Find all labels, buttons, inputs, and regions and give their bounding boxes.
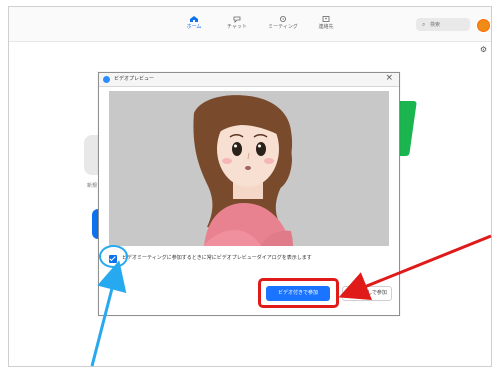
nav-home[interactable]: ホーム [176, 15, 212, 30]
search-placeholder: 検索 [429, 22, 440, 28]
nav-home-label: ホーム [186, 24, 202, 30]
join-with-video-button[interactable]: ビデオ付きで参加 [266, 286, 330, 301]
always-show-preview-checkbox[interactable] [109, 255, 117, 263]
meeting-icon [280, 16, 286, 22]
zoom-logo-icon [103, 76, 110, 83]
dialog-title: ビデオプレビュー [114, 76, 155, 82]
background-new-label: 新規 [87, 183, 98, 189]
dialog-titlebar: ビデオプレビュー × [99, 73, 399, 87]
video-preview-area [109, 91, 389, 246]
video-preview-dialog: ビデオプレビュー × ビデオミーティングに参加するときに常にビデオプレビューダイ… [98, 72, 400, 316]
close-icon[interactable]: × [385, 74, 393, 83]
nav-contacts[interactable]: 連絡先 [308, 15, 344, 30]
search-input[interactable]: ⌕ 検索 [416, 18, 470, 31]
background-card [84, 135, 98, 175]
nav-contacts-label: 連絡先 [318, 24, 334, 30]
nav-chat-label: チャット [227, 24, 247, 30]
avatar[interactable] [476, 18, 491, 33]
always-show-preview-label: ビデオミーティングに参加するときに常にビデオプレビューダイアログを表示します [122, 255, 312, 261]
nav-chat[interactable]: チャット [219, 15, 255, 30]
gear-icon[interactable]: ⚙ [480, 45, 487, 54]
nav-meetings-label: ミーティング [268, 24, 298, 30]
join-without-video-button[interactable]: ビデオなしで参加 [342, 286, 392, 301]
always-show-preview-row[interactable]: ビデオミーティングに参加するときに常にビデオプレビューダイアログを表示します [107, 253, 377, 265]
search-icon: ⌕ [422, 21, 426, 28]
home-icon [190, 16, 198, 22]
chat-icon [233, 16, 241, 23]
user-illustration [109, 91, 389, 246]
nav-meetings[interactable]: ミーティング [265, 15, 301, 30]
contacts-icon [322, 16, 330, 22]
top-nav: ホーム チャット ミーティング 連絡先 ⌕ 検索 [9, 7, 491, 42]
